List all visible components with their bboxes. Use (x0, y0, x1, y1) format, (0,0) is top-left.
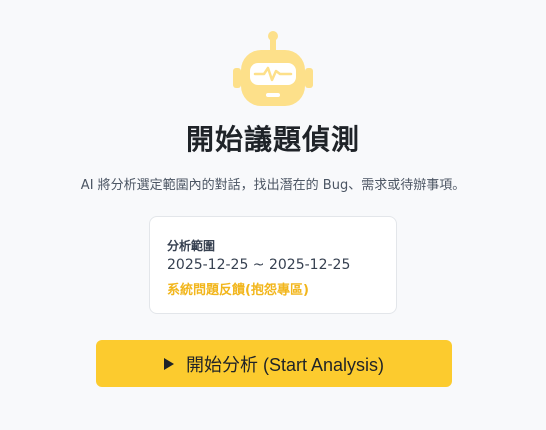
issue-detection-panel: 開始議題偵測 AI 將分析選定範圍內的對話，找出潛在的 Bug、需求或待辦事項。… (0, 0, 546, 430)
page-title: 開始議題偵測 (185, 123, 360, 156)
start-analysis-label: 開始分析 (Start Analysis) (185, 354, 385, 375)
description-text: AI 將分析選定範圍內的對話，找出潛在的 Bug、需求或待辦事項。 (80, 178, 466, 193)
robot-icon (233, 31, 313, 106)
start-analysis-button[interactable]: 開始分析 (Start Analysis) (96, 340, 452, 387)
scope-date-range: 2025-12-25 ~ 2025-12-25 (167, 257, 351, 273)
scope-channel-name: 系統問題反饋(抱怨專區) (167, 283, 309, 298)
scope-label: 分析範圍 (167, 239, 216, 253)
analysis-scope-card: 分析範圍 2025-12-25 ~ 2025-12-25 系統問題反饋(抱怨專區… (149, 216, 397, 314)
play-icon (163, 357, 174, 370)
